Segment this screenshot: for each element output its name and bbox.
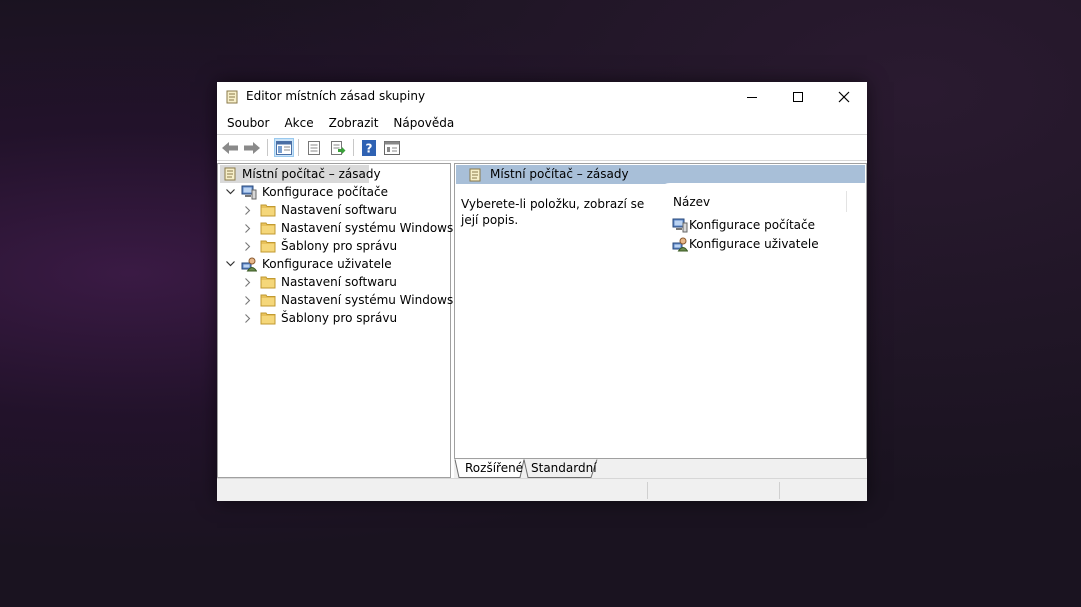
console-tree: Místní počítač – zásady Konfigurace počí… <box>217 163 454 478</box>
tab-extended[interactable]: Rozšířené <box>465 459 523 477</box>
tree-item-computer-config[interactable]: Konfigurace počítače <box>218 183 450 201</box>
chevron-right-icon[interactable] <box>242 291 254 309</box>
menu-file[interactable]: Soubor <box>217 112 276 134</box>
tree-item-label: Nastavení systému Windows <box>281 293 454 307</box>
toolbar-separator <box>353 139 354 156</box>
tree-item-user-software[interactable]: Nastavení softwaru <box>218 273 450 291</box>
tree-item-user-config[interactable]: Konfigurace uživatele <box>218 255 450 273</box>
policy-document-icon <box>469 168 481 182</box>
arrow-right-icon <box>244 141 260 154</box>
chevron-down-icon[interactable] <box>224 255 236 273</box>
tree-item-label: Nastavení systému Windows <box>281 221 454 235</box>
user-icon <box>672 237 688 252</box>
status-bar <box>217 478 867 501</box>
column-header-name[interactable]: Název <box>673 195 710 209</box>
policy-document-icon <box>224 167 236 181</box>
policy-document-icon <box>226 90 238 104</box>
user-icon <box>241 257 257 272</box>
details-list: Název Konfigurace počítače Konfigurace u… <box>656 183 866 458</box>
tree-item-label: Nastavení softwaru <box>281 275 397 289</box>
folder-icon <box>260 294 276 307</box>
list-item-label: Konfigurace uživatele <box>689 237 819 251</box>
tab-standard[interactable]: Standardní <box>531 459 597 477</box>
tree-root[interactable]: Místní počítač – zásady <box>220 165 381 183</box>
menu-bar: Soubor Akce Zobrazit Nápověda <box>217 112 867 134</box>
tree-item-label: Nastavení softwaru <box>281 203 397 217</box>
column-divider[interactable] <box>846 191 847 212</box>
tree-item-computer-windows[interactable]: Nastavení systému Windows <box>218 219 454 237</box>
minimize-button[interactable] <box>729 82 775 112</box>
forward-button[interactable] <box>242 138 262 157</box>
tree-item-user-templates[interactable]: Šablony pro správu <box>218 309 450 327</box>
chevron-right-icon[interactable] <box>242 309 254 327</box>
back-button[interactable] <box>220 138 240 157</box>
folder-icon <box>260 312 276 325</box>
toolbar: ? <box>217 134 867 161</box>
gpedit-window: Editor místních zásad skupiny Soubor Akc… <box>217 82 867 501</box>
list-item-label: Konfigurace počítače <box>689 218 816 232</box>
details-header-title: Místní počítač – zásady <box>490 167 629 181</box>
computer-icon <box>241 185 257 200</box>
tree-item-computer-software[interactable]: Nastavení softwaru <box>218 201 450 219</box>
computer-icon <box>672 218 688 233</box>
chevron-right-icon[interactable] <box>242 201 254 219</box>
console-tree-icon <box>276 140 292 155</box>
title-bar: Editor místních zásad skupiny <box>217 82 867 112</box>
help-icon: ? <box>362 139 376 156</box>
view-tabs: Rozšířené Standardní <box>454 459 867 478</box>
toolbar-separator <box>298 139 299 156</box>
details-pane: Místní počítač – zásady Vyberete-li polo… <box>454 163 867 459</box>
menu-action[interactable]: Akce <box>276 112 320 134</box>
details-header: Místní počítač – zásady <box>456 165 865 184</box>
export-list-button[interactable] <box>328 138 348 157</box>
properties-icon <box>308 140 320 155</box>
tree-item-label: Šablony pro správu <box>281 311 398 325</box>
window-title: Editor místních zásad skupiny <box>246 89 426 103</box>
status-divider <box>779 482 780 499</box>
filter-view-icon <box>384 140 400 155</box>
tree-item-user-windows[interactable]: Nastavení systému Windows <box>218 291 454 309</box>
tree-item-computer-templates[interactable]: Šablony pro správu <box>218 237 450 255</box>
maximize-icon <box>793 92 803 102</box>
menu-view[interactable]: Zobrazit <box>321 112 386 134</box>
status-divider <box>647 482 648 499</box>
tree-item-label: Šablony pro správu <box>281 239 398 253</box>
minimize-icon <box>747 97 757 98</box>
export-icon <box>331 140 346 155</box>
arrow-left-icon <box>222 141 238 154</box>
folder-icon <box>260 240 276 253</box>
tree-item-label: Konfigurace počítače <box>262 185 389 199</box>
tree-item-label: Konfigurace uživatele <box>262 257 392 271</box>
chevron-right-icon[interactable] <box>242 237 254 255</box>
filter-view-button[interactable] <box>382 138 402 157</box>
properties-button[interactable] <box>304 138 324 157</box>
help-button[interactable]: ? <box>359 138 379 157</box>
tree-root-label: Místní počítač – zásady <box>242 167 381 181</box>
close-button[interactable] <box>821 82 867 112</box>
svg-text:?: ? <box>366 141 373 155</box>
close-icon <box>838 91 850 103</box>
description-text: Vyberete-li položku, zobrazí se její pop… <box>461 197 645 227</box>
chevron-down-icon[interactable] <box>224 183 236 201</box>
maximize-button[interactable] <box>775 82 821 112</box>
chevron-right-icon[interactable] <box>242 219 254 237</box>
chevron-right-icon[interactable] <box>242 273 254 291</box>
folder-icon <box>260 204 276 217</box>
folder-icon <box>260 276 276 289</box>
show-hide-tree-button[interactable] <box>274 138 294 157</box>
menu-help[interactable]: Nápověda <box>385 112 461 134</box>
folder-icon <box>260 222 276 235</box>
toolbar-separator <box>267 139 268 156</box>
